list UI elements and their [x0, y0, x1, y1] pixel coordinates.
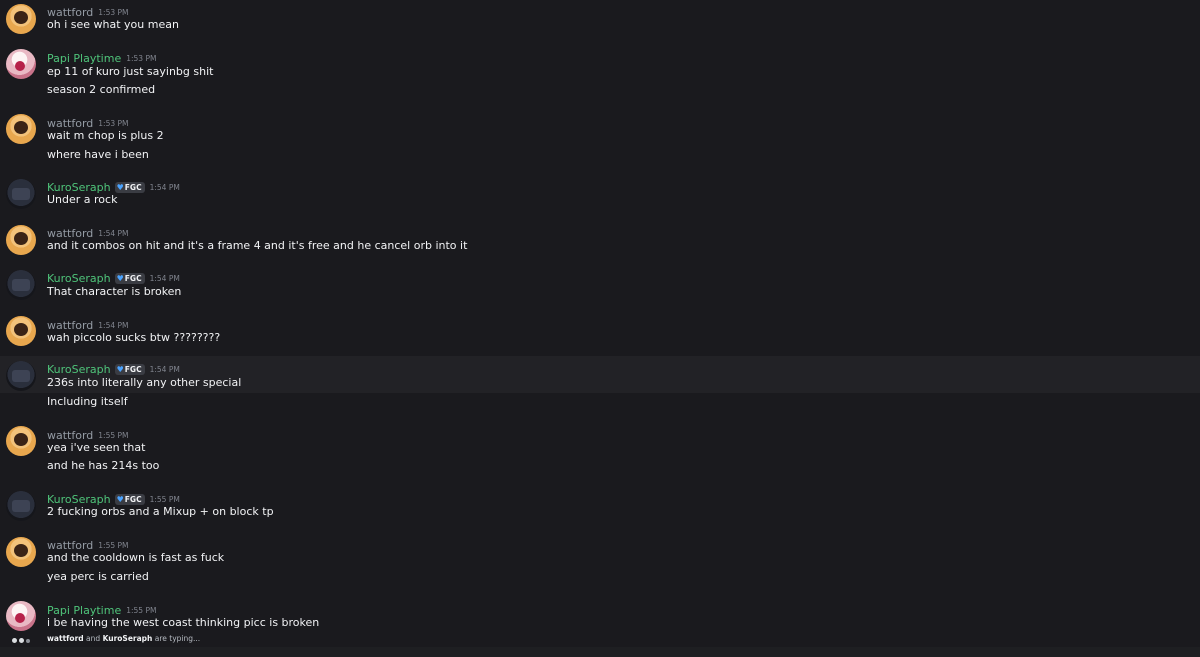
papi-avatar[interactable] [6, 601, 36, 631]
typing-user: KuroSeraph [102, 634, 153, 643]
message[interactable]: wattford 1:55 PM and the cooldown is fast… [0, 533, 1200, 589]
heart-icon: ♥ [116, 183, 124, 192]
typing-text: wattford and KuroSeraph are typing... [47, 634, 201, 643]
server-tag[interactable]: ♥FGC [114, 273, 145, 284]
message-text: That character is broken [47, 285, 182, 298]
message-text: wait m chop is plus 2 [47, 129, 164, 142]
wattford-avatar[interactable] [6, 426, 36, 456]
kuro-avatar[interactable] [6, 361, 36, 391]
wattford-avatar[interactable] [6, 114, 36, 144]
server-tag[interactable]: ♥FGC [114, 364, 145, 375]
message[interactable]: wattford 1:55 PM yea i've seen that and h… [0, 422, 1200, 478]
timestamp: 1:55 PM [126, 606, 157, 615]
wattford-avatar[interactable] [6, 225, 36, 255]
message-text: yea i've seen that [47, 441, 146, 454]
timestamp: 1:54 PM [98, 321, 129, 330]
server-tag[interactable]: ♥FGC [114, 494, 145, 505]
message[interactable]: KuroSeraph ♥FGC 1:55 PM 2 fucking orbs and… [0, 487, 1200, 527]
message-text: ep 11 of kuro just sayinbg shit [47, 65, 214, 78]
timestamp: 1:55 PM [149, 495, 180, 504]
message-text: 2 fucking orbs and a Mixup + on block tp [47, 505, 274, 518]
author-name[interactable]: KuroSeraph [47, 363, 111, 376]
typing-user: wattford [47, 634, 84, 643]
timestamp: 1:54 PM [98, 229, 129, 238]
message-text: where have i been [47, 148, 149, 161]
timestamp: 1:55 PM [98, 431, 129, 440]
message-continuation[interactable]: Including itself [0, 393, 1200, 411]
message[interactable]: KuroSeraph ♥FGC 1:54 PM That character is … [0, 266, 1200, 306]
timestamp: 1:54 PM [149, 365, 180, 374]
message-input-area[interactable] [0, 647, 1200, 657]
message-text: and it combos on hit and it's a frame 4 … [47, 239, 468, 252]
message[interactable]: wattford 1:54 PM wah piccolo sucks btw ??… [0, 312, 1200, 352]
timestamp: 1:53 PM [98, 8, 129, 17]
wattford-avatar[interactable] [6, 4, 36, 34]
kuro-avatar[interactable] [6, 270, 36, 300]
timestamp: 1:54 PM [149, 274, 180, 283]
kuro-avatar[interactable] [6, 491, 36, 521]
timestamp: 1:53 PM [98, 119, 129, 128]
message-text: Including itself [47, 395, 128, 408]
message[interactable]: Papi Playtime 1:53 PM ep 11 of kuro just … [0, 45, 1200, 101]
timestamp: 1:53 PM [126, 54, 157, 63]
heart-icon: ♥ [116, 274, 124, 283]
heart-icon: ♥ [116, 495, 124, 504]
message-text: yea perc is carried [47, 570, 149, 583]
message[interactable]: KuroSeraph ♥FGC 1:54 PM 236s into literall… [0, 356, 1200, 393]
server-tag[interactable]: ♥FGC [114, 182, 145, 193]
message-text: 236s into literally any other special [47, 376, 242, 389]
message-text: season 2 confirmed [47, 83, 156, 96]
kuro-avatar[interactable] [6, 179, 36, 209]
papi-avatar[interactable] [6, 49, 36, 79]
message-text: wah piccolo sucks btw ???????? [47, 331, 221, 344]
message-text: Under a rock [47, 193, 118, 206]
timestamp: 1:54 PM [149, 183, 180, 192]
message[interactable]: wattford 1:53 PM oh i see what you mean [0, 0, 1200, 40]
message[interactable]: wattford 1:54 PM and it combos on hit and… [0, 220, 1200, 260]
wattford-avatar[interactable] [6, 316, 36, 346]
message-text: oh i see what you mean [47, 18, 179, 31]
timestamp: 1:55 PM [98, 541, 129, 550]
typing-dots-icon [12, 638, 38, 644]
wattford-avatar[interactable] [6, 537, 36, 567]
message[interactable]: Papi Playtime 1:55 PM i be having the wes… [0, 598, 1200, 634]
message-text: and he has 214s too [47, 459, 160, 472]
author-name[interactable]: KuroSeraph [47, 272, 111, 285]
heart-icon: ♥ [116, 365, 124, 374]
message-text: i be having the west coast thinking picc… [47, 616, 320, 629]
message-text: and the cooldown is fast as fuck [47, 551, 225, 564]
message[interactable]: KuroSeraph ♥FGC 1:54 PM Under a rock [0, 175, 1200, 215]
message[interactable]: wattford 1:53 PM wait m chop is plus 2 wh… [0, 110, 1200, 166]
author-name[interactable]: Papi Playtime [47, 52, 121, 65]
